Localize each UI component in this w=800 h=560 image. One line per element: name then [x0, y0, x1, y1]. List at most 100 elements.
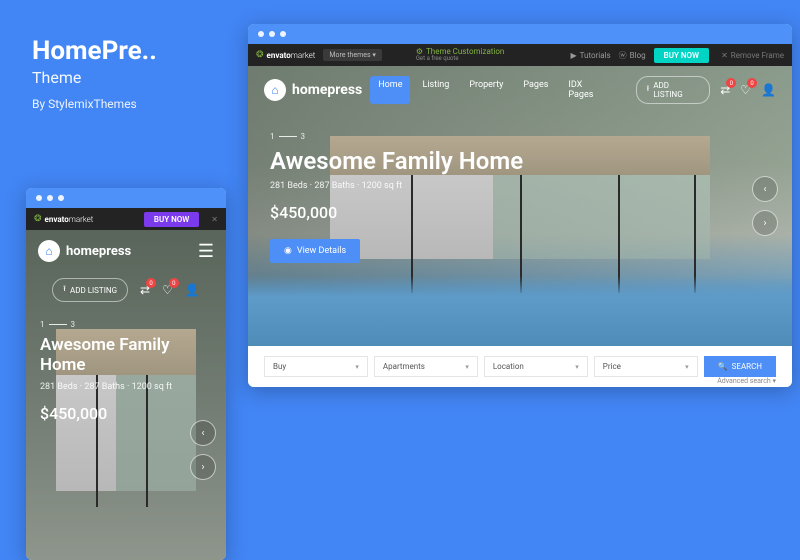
slider-arrows: ‹ › — [752, 176, 778, 236]
search-location-select[interactable]: Location▾ — [484, 356, 588, 377]
theme-author: By StylemixThemes — [32, 97, 157, 111]
envato-brand2: market — [69, 215, 94, 224]
listing-meta: 281 Beds · 287 Baths · 1200 sq ft — [40, 382, 212, 392]
envato-logo[interactable]: ❂ envatomarket — [256, 50, 315, 60]
chevron-down-icon: ▾ — [355, 363, 359, 371]
window-dot-icon — [258, 31, 264, 37]
fav-badge: 0 — [747, 78, 757, 88]
nav-idx[interactable]: IDX Pages — [560, 76, 615, 104]
pager-current: 1 — [270, 132, 275, 141]
nav-actions: ⭱ADD LISTING ⇄0 ♡0 👤 — [38, 278, 214, 302]
buy-now-button[interactable]: BUY NOW — [144, 212, 199, 227]
upload-icon: ⭱ — [63, 283, 66, 297]
tutorials-link[interactable]: ▶Tutorials — [570, 51, 610, 60]
leaf-icon: ❂ — [256, 50, 264, 60]
close-icon: ✕ — [721, 51, 728, 60]
envato-brand2: market — [291, 51, 316, 60]
site-nav: ⌂ homepress Home Listing Property Pages … — [248, 66, 792, 114]
homepress-logo[interactable]: ⌂ homepress — [38, 240, 131, 262]
mobile-preview-window: ❂ envatomarket BUY NOW ✕ ⌂ homepress ☰ ⭱… — [26, 188, 226, 560]
theme-name: HomePre.. — [32, 36, 157, 66]
chevron-down-icon: ▾ — [465, 363, 469, 371]
chevron-down-icon: ▾ — [575, 363, 579, 371]
compare-badge: 0 — [726, 78, 736, 88]
promo-title: HomePre.. Theme By StylemixThemes — [32, 36, 157, 111]
advanced-search-link[interactable]: Advanced search ▾ — [717, 377, 776, 385]
hero-section: ⌂ homepress ☰ ⭱ADD LISTING ⇄0 ♡0 👤 13 Aw… — [26, 230, 226, 560]
window-dot-icon — [36, 195, 42, 201]
next-slide-button[interactable]: › — [752, 210, 778, 236]
search-type-select[interactable]: Buy▾ — [264, 356, 368, 377]
nav-links: Home Listing Property Pages IDX Pages — [370, 76, 615, 104]
menu-button[interactable]: ☰ — [198, 241, 214, 262]
search-price-select[interactable]: Price▾ — [594, 356, 698, 377]
site-nav: ⌂ homepress ☰ ⭱ADD LISTING ⇄0 ♡0 👤 — [26, 230, 226, 308]
window-dot-icon — [280, 31, 286, 37]
add-listing-button[interactable]: ⭱ADD LISTING — [52, 278, 128, 302]
close-icon: ✕ — [211, 215, 218, 224]
envato-brand1: envato — [45, 215, 69, 224]
nav-pages[interactable]: Pages — [515, 76, 556, 104]
play-icon: ▶ — [570, 51, 576, 60]
view-details-button[interactable]: ◉View Details — [270, 239, 360, 263]
window-dot-icon — [269, 31, 275, 37]
nav-property[interactable]: Property — [461, 76, 511, 104]
pager-total: 3 — [301, 132, 306, 141]
envato-brand1: envato — [267, 51, 291, 60]
more-themes-dropdown[interactable]: More themes ▾ — [323, 49, 381, 61]
slider-arrows: ‹ › — [190, 420, 216, 480]
hero-content: 13 Awesome Family Home 281 Beds · 287 Ba… — [248, 114, 792, 281]
pager-current: 1 — [40, 320, 45, 329]
chevron-down-icon: ▾ — [772, 377, 776, 385]
envato-toolbar: ❂ envatomarket BUY NOW ✕ — [26, 208, 226, 230]
favorites-button[interactable]: ♡0 — [740, 83, 751, 97]
envato-toolbar: ❂ envatomarket More themes ▾ ⚙Theme Cust… — [248, 44, 792, 66]
homepress-logo[interactable]: ⌂ homepress — [264, 79, 362, 101]
search-category-select[interactable]: Apartments▾ — [374, 356, 478, 377]
search-icon: 🔍 — [718, 362, 728, 371]
buy-now-button[interactable]: BUY NOW — [654, 48, 709, 63]
search-bar: Buy▾ Apartments▾ Location▾ Price▾ 🔍SEARC… — [248, 346, 792, 387]
envato-logo[interactable]: ❂ envatomarket — [34, 214, 93, 224]
nav-actions: ⭱ADD LISTING ⇄0 ♡0 👤 — [636, 76, 776, 104]
hero-section: ⌂ homepress Home Listing Property Pages … — [248, 66, 792, 346]
leaf-icon: ❂ — [34, 214, 42, 224]
remove-frame-button[interactable]: ✕Remove Frame — [721, 51, 784, 60]
fav-badge: 0 — [169, 278, 179, 288]
desktop-preview-window: ❂ envatomarket More themes ▾ ⚙Theme Cust… — [248, 24, 792, 387]
compare-button[interactable]: ⇄0 — [140, 283, 150, 297]
favorites-button[interactable]: ♡0 — [162, 283, 173, 297]
close-frame-button[interactable]: ✕ — [211, 215, 218, 224]
chevron-down-icon: ▾ — [685, 363, 689, 371]
theme-subtitle: Theme — [32, 68, 157, 87]
prev-slide-button[interactable]: ‹ — [190, 420, 216, 446]
listing-price: $450,000 — [270, 203, 770, 222]
nav-home[interactable]: Home — [370, 76, 410, 104]
house-icon: ⌂ — [38, 240, 60, 262]
prev-slide-button[interactable]: ‹ — [752, 176, 778, 202]
blog-link[interactable]: ⓦBlog — [619, 50, 646, 61]
nav-listing[interactable]: Listing — [414, 76, 457, 104]
window-dot-icon — [47, 195, 53, 201]
theme-customization-link[interactable]: ⚙Theme Customization Get a free quote — [416, 48, 505, 62]
account-button[interactable]: 👤 — [761, 83, 776, 97]
logo-text: homepress — [66, 244, 131, 259]
upload-icon: ⭱ — [647, 83, 650, 97]
listing-title: Awesome Family Home — [270, 147, 770, 175]
listing-title: Awesome Family Home — [40, 335, 212, 376]
user-icon: 👤 — [185, 283, 200, 297]
slide-pager: 13 — [270, 132, 770, 141]
account-button[interactable]: 👤 — [185, 283, 200, 297]
next-slide-button[interactable]: › — [190, 454, 216, 480]
add-listing-button[interactable]: ⭱ADD LISTING — [636, 76, 711, 104]
listing-price: $450,000 — [40, 404, 212, 423]
chevron-down-icon: ▾ — [372, 51, 376, 59]
listing-meta: 281 Beds · 287 Baths · 1200 sq ft — [270, 181, 770, 191]
slide-pager: 13 — [40, 320, 212, 329]
compare-button[interactable]: ⇄0 — [720, 83, 730, 97]
search-button[interactable]: 🔍SEARCH — [704, 356, 776, 377]
eye-icon: ◉ — [284, 246, 292, 256]
house-icon: ⌂ — [264, 79, 286, 101]
theme-cust-sub: Get a free quote — [416, 56, 505, 62]
wordpress-icon: ⓦ — [619, 50, 627, 61]
